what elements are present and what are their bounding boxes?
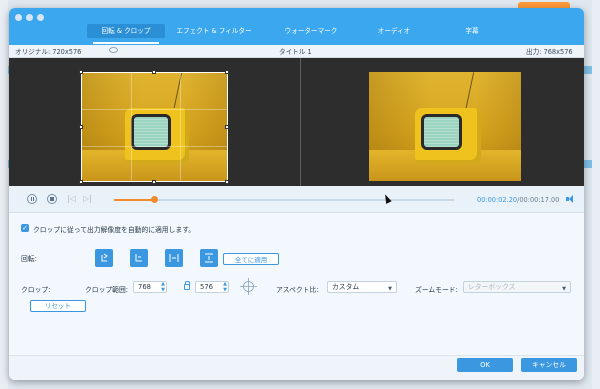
output-resolution-label: 出力: 768x576 xyxy=(526,48,573,56)
ok-button[interactable]: OK xyxy=(457,358,513,372)
window-minimize-button[interactable] xyxy=(26,14,33,21)
background-app-right-edge xyxy=(592,0,600,389)
time-display: 00:00:02.20/00:00:17.00 xyxy=(477,196,559,204)
auto-apply-checkbox[interactable]: ✓ xyxy=(21,224,29,232)
stop-icon xyxy=(50,197,54,201)
tab-subtitles[interactable]: 字幕 xyxy=(452,24,492,38)
flip-horizontal-icon xyxy=(169,254,179,262)
crop-label: クロップ: xyxy=(21,286,51,294)
crop-grid-line xyxy=(131,73,132,181)
rotate-label: 回転: xyxy=(21,255,37,263)
flip-vertical-button[interactable] xyxy=(200,249,218,267)
pause-icon xyxy=(31,197,32,201)
crop-handle-bottom-left[interactable] xyxy=(79,180,83,184)
aspect-ratio-label: アスペクト比: xyxy=(276,286,319,294)
eye-icon[interactable] xyxy=(109,47,118,53)
crop-width-stepper[interactable]: ▲ ▼ xyxy=(160,281,166,293)
crop-handle-left[interactable] xyxy=(79,125,83,129)
tab-audio[interactable]: オーディオ xyxy=(364,24,424,38)
crop-handle-bottom[interactable] xyxy=(152,180,156,184)
flip-vertical-icon xyxy=(205,253,213,263)
preview-area xyxy=(9,58,584,186)
preview-header: オリジナル: 720x576 タイトル 1 出力: 768x576 xyxy=(9,45,584,58)
pause-button[interactable] xyxy=(27,194,37,204)
video-title: タイトル 1 xyxy=(279,48,312,56)
window-close-button[interactable] xyxy=(15,14,22,21)
timeline-progress xyxy=(114,199,155,201)
cancel-button[interactable]: キャンセル xyxy=(521,358,577,372)
lock-icon[interactable] xyxy=(184,281,190,290)
crop-grid-line xyxy=(82,146,227,147)
timeline-track[interactable] xyxy=(114,199,454,201)
previous-frame-icon[interactable]: |◁ xyxy=(67,194,76,203)
crop-area-label: クロップ範囲: xyxy=(85,286,129,294)
rotate-right-icon xyxy=(135,254,142,262)
reset-button[interactable]: リセット xyxy=(30,300,86,312)
crop-grid-line xyxy=(180,73,181,181)
stop-button[interactable] xyxy=(47,194,57,204)
edit-dialog: 回転 & クロップ エフェクト & フィルター ウォーターマーク オーディオ 字… xyxy=(9,8,584,380)
crop-frame[interactable] xyxy=(81,72,228,182)
crop-grid-line xyxy=(82,109,227,110)
tv-screen xyxy=(421,114,462,150)
tab-watermark[interactable]: ウォーターマーク xyxy=(271,24,351,38)
active-tab-indicator xyxy=(93,42,159,44)
rotate-left-button[interactable] xyxy=(95,249,113,267)
tab-rotate-crop[interactable]: 回転 & クロップ xyxy=(87,24,165,38)
center-crop-icon[interactable] xyxy=(240,278,257,295)
rotate-left-icon xyxy=(101,253,108,262)
window-zoom-button[interactable] xyxy=(37,14,44,21)
aspect-ratio-value: カスタム xyxy=(332,283,360,291)
rotate-right-button[interactable] xyxy=(130,249,148,267)
crop-handle-top[interactable] xyxy=(152,70,156,74)
pause-icon xyxy=(33,197,34,201)
current-time: 00:00:02.20 xyxy=(477,196,518,204)
preview-divider xyxy=(300,58,301,186)
playback-controls: |◁ ▷| 00:00:02.20/00:00:17.00 xyxy=(9,186,584,213)
background-app-left-edge xyxy=(0,0,8,389)
total-time: /00:00:17.00 xyxy=(517,196,560,204)
zoom-mode-select[interactable]: レターボックス ▼ xyxy=(463,281,571,293)
crop-handle-bottom-right[interactable] xyxy=(225,180,229,184)
tab-bar: 回転 & クロップ エフェクト & フィルター ウォーターマーク オーディオ 字… xyxy=(9,8,584,45)
crop-handle-top-right[interactable] xyxy=(225,70,229,74)
timeline-thumb[interactable] xyxy=(151,196,159,203)
aspect-ratio-select[interactable]: カスタム ▼ xyxy=(327,281,397,293)
apply-to-all-button[interactable]: 全てに適用 xyxy=(223,253,279,265)
output-video-frame xyxy=(369,72,521,181)
speaker-icon-part xyxy=(569,195,573,203)
tab-effects-filters[interactable]: エフェクト & フィルター xyxy=(169,24,259,38)
original-resolution-label: オリジナル: 720x576 xyxy=(15,48,82,56)
next-frame-icon[interactable]: ▷| xyxy=(83,194,92,203)
chevron-down-icon: ▼ xyxy=(388,286,392,292)
crop-handle-right[interactable] xyxy=(225,125,229,129)
volume-icon[interactable] xyxy=(566,195,575,203)
chevron-down-icon: ▼ xyxy=(562,286,566,292)
zoom-mode-value: レターボックス xyxy=(468,283,516,291)
auto-apply-label: クロップに従って出力解像度を自動的に適用します。 xyxy=(33,226,196,234)
flip-horizontal-button[interactable] xyxy=(165,249,183,267)
crop-height-stepper[interactable]: ▲ ▼ xyxy=(222,281,228,293)
zoom-mode-label: ズームモード: xyxy=(415,286,458,294)
crop-handle-top-left[interactable] xyxy=(79,70,83,74)
